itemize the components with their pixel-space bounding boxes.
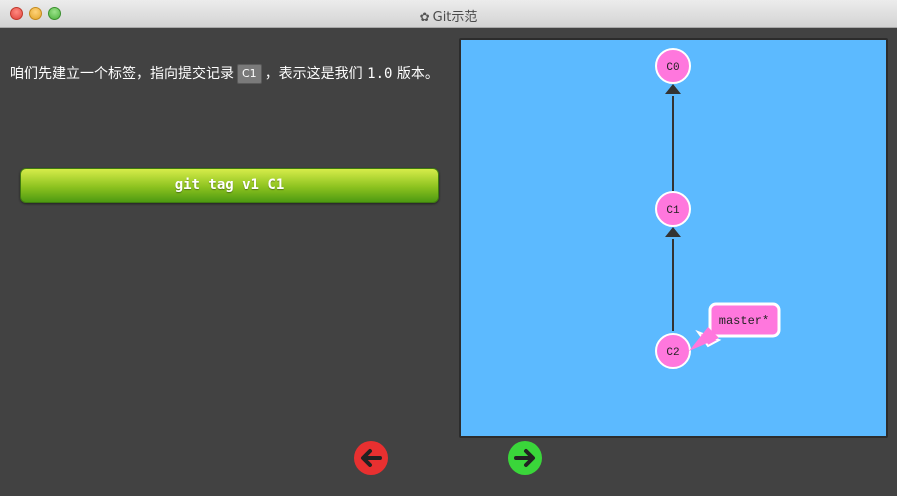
commit-node-c2[interactable]: C2 <box>655 333 691 369</box>
title-bar: ✿ Git示范 <box>0 0 897 28</box>
window-title-wrap: ✿ Git示范 <box>0 6 897 25</box>
commit-node-c1[interactable]: C1 <box>655 191 691 227</box>
window-title: Git示范 <box>432 10 478 25</box>
arrow-right-icon <box>508 441 542 475</box>
git-graph-panel: C0 C1 C2 master* <box>459 38 888 438</box>
commit-node-c0[interactable]: C0 <box>655 48 691 84</box>
edge-arrow-c0 <box>665 84 681 94</box>
commit-label-c1: C1 <box>666 205 680 217</box>
previous-step-button[interactable] <box>353 440 389 476</box>
instruction-text: 咱们先建立一个标签，指向提交记录 C1 ，表示这是我们 1.0 版本。 <box>10 62 455 86</box>
instruction-part-2: ，表示这是我们 <box>264 66 368 82</box>
branch-label-master[interactable]: master* <box>689 302 781 351</box>
commit-label-c0: C0 <box>666 62 679 74</box>
arrow-left-icon <box>354 441 388 475</box>
next-step-button[interactable] <box>507 440 543 476</box>
instruction-part-3: 版本。 <box>392 66 439 82</box>
version-number: 1.0 <box>367 66 393 82</box>
instruction-part-1: 咱们先建立一个标签，指向提交记录 <box>10 66 234 82</box>
commit-label-c2: C2 <box>666 347 679 359</box>
commit-reference-chip: C1 <box>237 64 262 84</box>
gear-icon: ✿ <box>419 10 430 24</box>
run-command-button[interactable]: git tag v1 C1 <box>20 168 439 203</box>
edge-arrow-c1 <box>665 227 681 237</box>
branch-name: master* <box>719 314 769 328</box>
git-graph-svg: C0 C1 C2 master* <box>655 48 781 369</box>
